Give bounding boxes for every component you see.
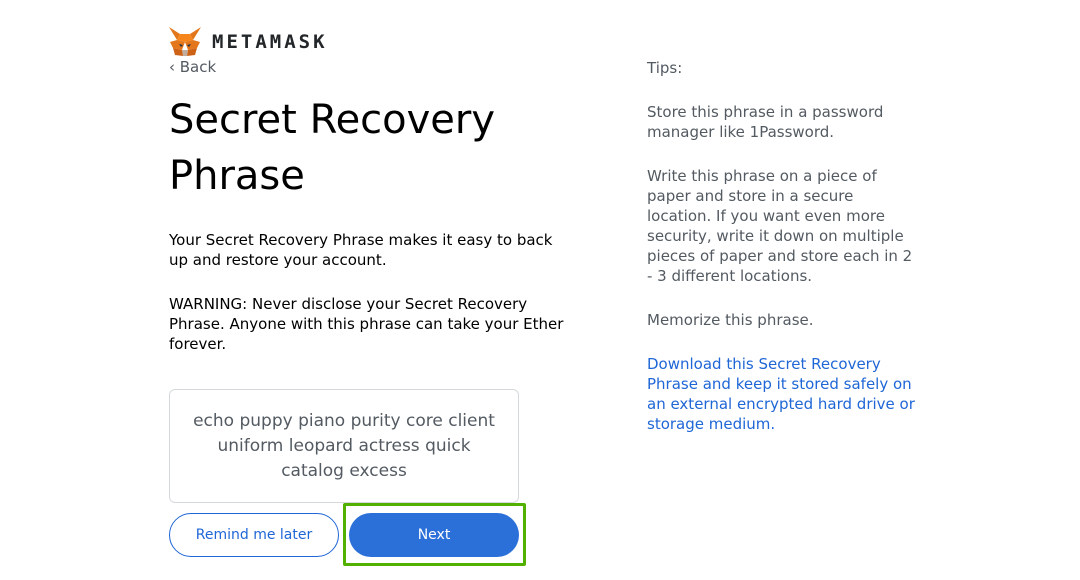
remind-me-later-button[interactable]: Remind me later (169, 513, 339, 557)
page-title: Secret Recovery Phrase (169, 97, 496, 199)
tips-heading: Tips: (647, 59, 683, 77)
download-phrase-link[interactable]: Download this Secret Recovery Phrase and… (647, 354, 917, 434)
description-text: Your Secret Recovery Phrase makes it eas… (169, 231, 553, 269)
metamask-wordmark: METAMASK (212, 31, 328, 53)
tip-write-on-paper: Write this phrase on a piece of paper an… (647, 167, 913, 285)
tip-memorize: Memorize this phrase. (647, 311, 814, 329)
secret-phrase-box: echo puppy piano purity core client unif… (169, 389, 519, 503)
back-link[interactable]: ‹ Back (169, 58, 216, 76)
metamask-logo: METAMASK (168, 26, 328, 58)
secret-phrase-text: echo puppy piano purity core client unif… (193, 410, 495, 481)
warning-text: WARNING: Never disclose your Secret Reco… (169, 295, 564, 353)
page: METAMASK ‹ Back Secret Recovery Phrase Y… (0, 0, 1080, 580)
next-button[interactable]: Next (349, 513, 519, 557)
metamask-fox-icon (169, 27, 201, 56)
tip-password-manager: Store this phrase in a password manager … (647, 103, 884, 141)
